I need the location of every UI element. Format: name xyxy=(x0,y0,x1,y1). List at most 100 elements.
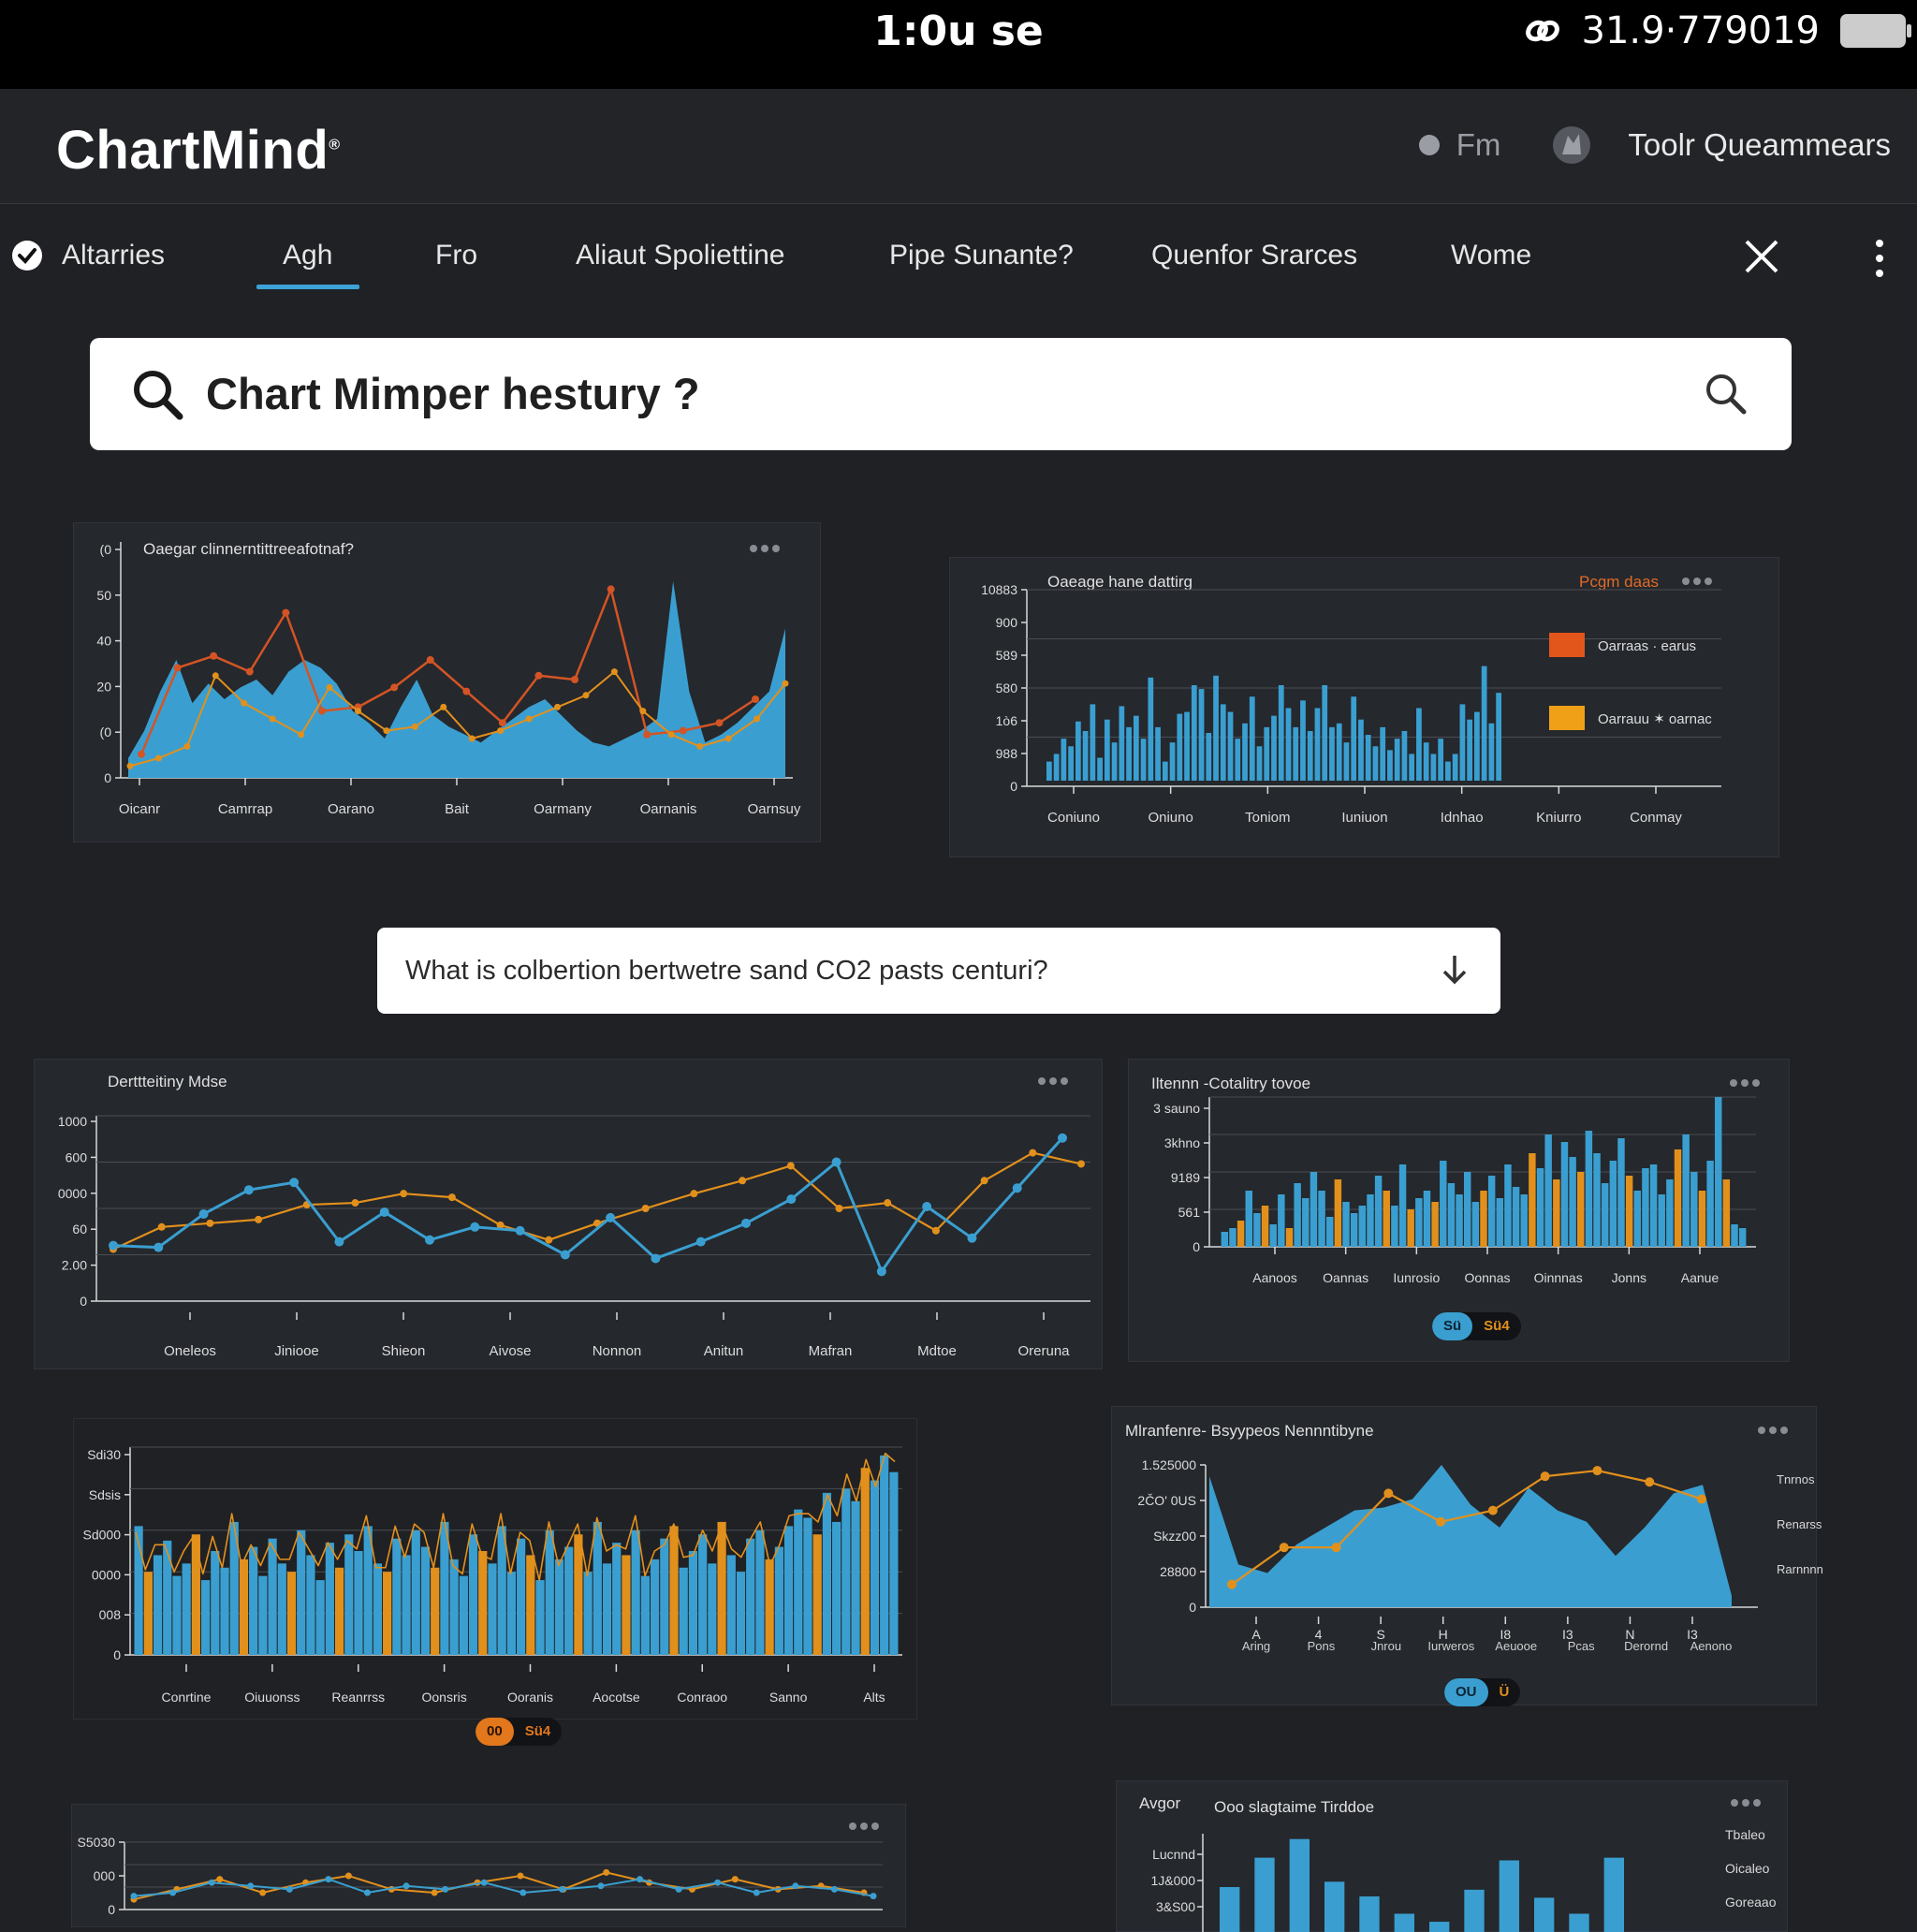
bar xyxy=(746,1539,754,1655)
series-1-point xyxy=(364,1890,371,1896)
series-2-point xyxy=(432,1890,438,1896)
y-tick-label: 10883 xyxy=(981,582,1017,597)
search-input[interactable]: Chart Mimper hestury ? xyxy=(206,368,700,419)
close-icon[interactable] xyxy=(1743,238,1780,275)
bar xyxy=(1675,1149,1681,1247)
question-prompt[interactable]: What is colbertion bertwetre sand CO2 pa… xyxy=(377,928,1500,1014)
series-2-point xyxy=(1436,1517,1445,1527)
toggle-option-2[interactable]: Sü4 xyxy=(514,1718,563,1746)
series-1-point xyxy=(559,1886,565,1893)
bar xyxy=(1391,1206,1398,1247)
tab-wome[interactable]: Wome xyxy=(1451,240,1531,271)
bar xyxy=(1286,708,1292,781)
header-link-fm[interactable]: Fm xyxy=(1456,127,1501,163)
bar xyxy=(431,1568,439,1655)
x-tick-label: Oarnsuy xyxy=(748,801,801,817)
bar xyxy=(354,1551,362,1655)
bar xyxy=(297,1530,305,1655)
bar xyxy=(1424,1191,1430,1247)
series-2-point xyxy=(1488,1506,1498,1515)
bubble-icon[interactable] xyxy=(1415,131,1443,159)
toggle-option-2[interactable]: Ü xyxy=(1488,1678,1521,1706)
series-1-point xyxy=(109,1241,118,1251)
bar xyxy=(1326,1217,1333,1247)
series-1-point xyxy=(676,1886,682,1893)
bar xyxy=(851,1501,859,1655)
bar xyxy=(1359,1896,1379,1932)
y-tick-label: 3khno xyxy=(1164,1135,1200,1150)
user-name[interactable]: Toolr Queammears xyxy=(1628,127,1891,163)
toggle-option-1[interactable]: Sü xyxy=(1432,1312,1472,1340)
bar xyxy=(1278,1194,1284,1247)
series-3-point xyxy=(298,731,304,738)
chart-4-toggle[interactable]: Sü Sü4 xyxy=(1432,1312,1521,1340)
bar xyxy=(1315,708,1321,781)
bar xyxy=(1126,727,1132,781)
series-3-point xyxy=(497,727,504,734)
bar xyxy=(478,1551,487,1655)
bar xyxy=(1046,762,1052,781)
bar xyxy=(1329,727,1335,781)
chart-5-toggle[interactable]: 00 Sü4 xyxy=(476,1718,562,1746)
bar xyxy=(1586,1131,1592,1247)
legend-label: Tnrnos xyxy=(1777,1472,1815,1486)
bar xyxy=(460,1576,468,1655)
bar xyxy=(803,1517,812,1655)
bar xyxy=(1324,1881,1344,1932)
series-2-point xyxy=(571,676,578,683)
x-tick-label: Anitun xyxy=(704,1343,744,1359)
more-vertical-icon[interactable] xyxy=(1872,238,1887,279)
search-submit-icon[interactable] xyxy=(1704,372,1749,417)
series-2-point xyxy=(690,1190,697,1197)
series-2-point xyxy=(345,1873,352,1880)
series-3-point xyxy=(611,668,618,675)
series-1-point xyxy=(637,1876,643,1882)
bar xyxy=(1264,727,1269,781)
toggle-option-2[interactable]: Sü4 xyxy=(1472,1312,1521,1340)
series-1-point xyxy=(714,1880,721,1886)
toggle-option-1[interactable]: OU xyxy=(1444,1678,1488,1706)
tab-aliaut-spoliettine[interactable]: Aliaut Spoliettine xyxy=(576,240,784,271)
tab-agh[interactable]: Agh xyxy=(283,240,332,271)
chart-6-toggle[interactable]: OU Ü xyxy=(1444,1678,1520,1706)
x-tick-label: Jiniooe xyxy=(274,1343,319,1359)
bar xyxy=(669,1526,678,1655)
bar xyxy=(1184,712,1190,781)
bar xyxy=(183,1563,191,1655)
arrow-down-icon[interactable] xyxy=(1441,954,1469,986)
series-1-point xyxy=(651,1253,660,1263)
app-logo[interactable]: ChartMind® xyxy=(56,119,341,182)
y-tick-label: 000 xyxy=(94,1868,116,1883)
series-3-point xyxy=(639,708,646,714)
bar xyxy=(1534,1897,1554,1932)
series-2-line xyxy=(113,1153,1081,1250)
bar xyxy=(1456,1194,1462,1247)
toggle-option-1[interactable]: 00 xyxy=(476,1718,514,1746)
chart-6: 028800Skzz002ČO' 0US1.525000A4SHI8I3NI3A… xyxy=(1112,1407,1816,1705)
check-circle-icon[interactable] xyxy=(11,240,43,271)
bar xyxy=(1097,758,1103,781)
status-info: 31.9·779019 xyxy=(1582,9,1820,52)
tab-fro[interactable]: Fro xyxy=(435,240,477,271)
x-tick-label: Oiuuonss xyxy=(244,1690,300,1705)
bar xyxy=(1715,1097,1721,1247)
bar xyxy=(1666,1179,1673,1247)
bar xyxy=(421,1547,430,1655)
status-bar: 1:0u se 31.9·779019 xyxy=(0,0,1917,89)
avatar[interactable] xyxy=(1549,123,1594,168)
series-1-point xyxy=(481,1880,488,1886)
search-bar[interactable]: Chart Mimper hestury ? xyxy=(90,338,1792,450)
tab-pipe-sunante[interactable]: Pipe Sunante? xyxy=(889,240,1074,271)
bar xyxy=(1383,1191,1390,1247)
tab-quenfor-srarces[interactable]: Quenfor Srarces xyxy=(1151,240,1357,271)
y-tick-label: 0 xyxy=(1193,1239,1200,1254)
bar xyxy=(450,1559,459,1655)
bar xyxy=(1445,762,1451,781)
tab-altarries[interactable]: Altarries xyxy=(62,240,165,271)
bar xyxy=(392,1539,401,1655)
x-tick-label: Nonnon xyxy=(593,1343,642,1359)
bar xyxy=(1504,1164,1511,1247)
legend-swatch xyxy=(1549,633,1585,657)
bar xyxy=(880,1456,888,1655)
bar xyxy=(1155,727,1161,781)
